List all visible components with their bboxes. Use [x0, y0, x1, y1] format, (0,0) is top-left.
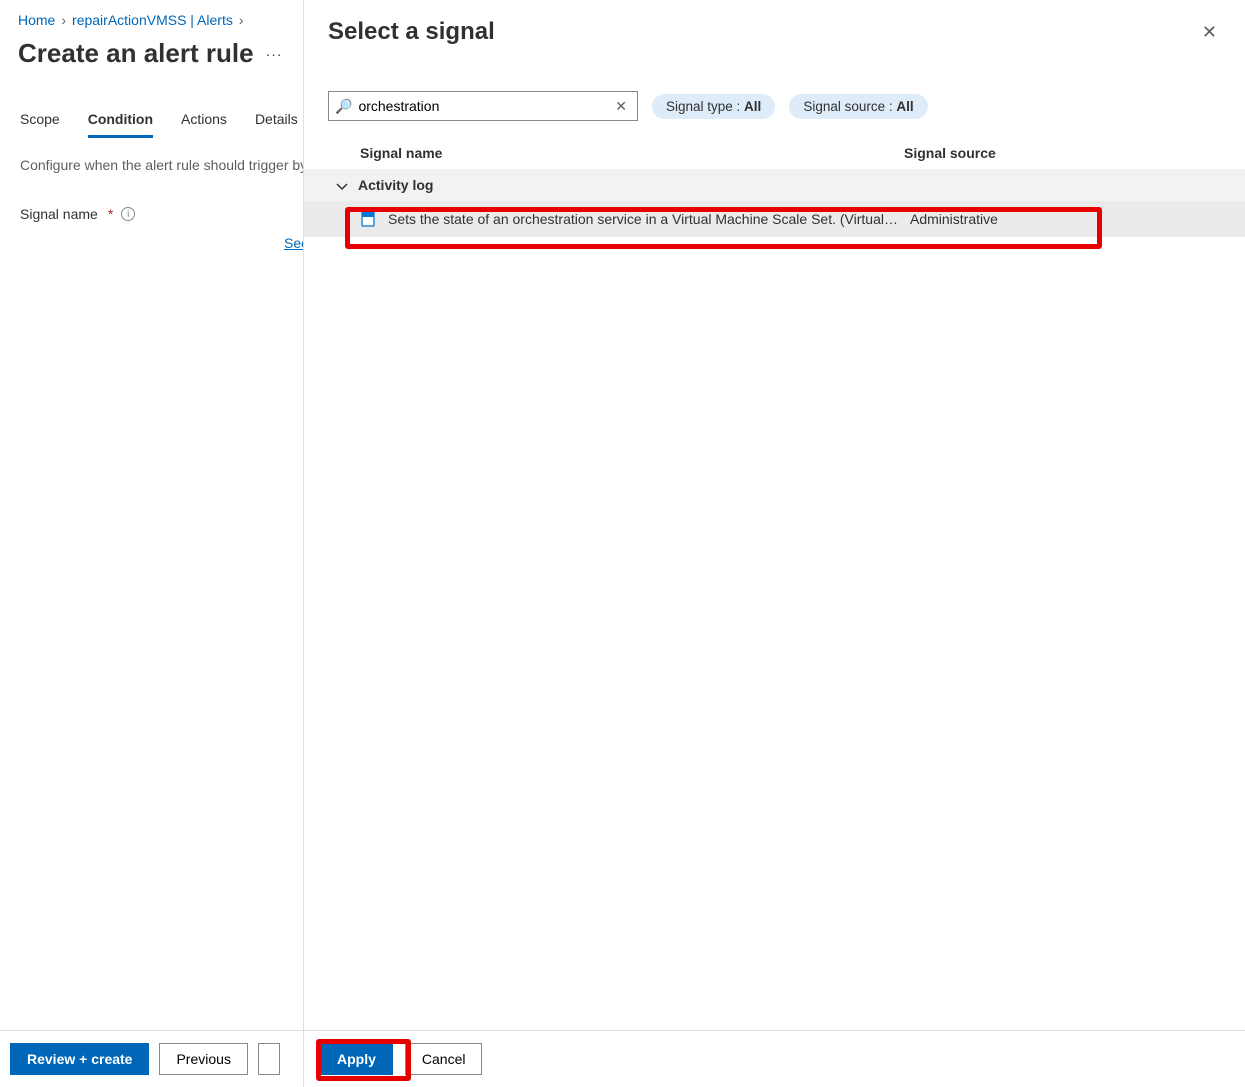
- column-headers: Signal name Signal source: [304, 131, 1245, 169]
- chevron-down-icon: [336, 179, 348, 191]
- clear-search-icon[interactable]: ✕: [611, 98, 631, 115]
- panel-title: Select a signal: [328, 18, 495, 46]
- next-button-truncated[interactable]: N: [258, 1043, 280, 1075]
- tab-details[interactable]: Details: [255, 111, 298, 138]
- filter-signal-source[interactable]: Signal source : All: [789, 94, 927, 119]
- filter-signal-type-value: All: [744, 99, 761, 114]
- info-icon[interactable]: i: [121, 207, 135, 221]
- tab-condition[interactable]: Condition: [88, 111, 153, 138]
- tab-scope[interactable]: Scope: [20, 111, 60, 138]
- chevron-right-icon: ›: [239, 12, 244, 28]
- tab-actions[interactable]: Actions: [181, 111, 227, 138]
- signal-result-row[interactable]: Sets the state of an orchestration servi…: [304, 201, 1245, 237]
- signal-result-source: Administrative: [910, 211, 1221, 227]
- activity-log-icon: [360, 211, 376, 227]
- breadcrumb-home[interactable]: Home: [18, 12, 55, 28]
- close-icon[interactable]: ✕: [1198, 18, 1221, 47]
- signal-name-label: Signal name: [20, 206, 98, 222]
- group-activity-log[interactable]: Activity log: [304, 169, 1245, 201]
- select-signal-panel: Select a signal ✕ 🔍 ✕ Signal type : All …: [303, 0, 1245, 1087]
- column-signal-source[interactable]: Signal source: [904, 145, 1221, 161]
- previous-button[interactable]: Previous: [159, 1043, 247, 1075]
- page-title: Create an alert rule: [18, 38, 254, 69]
- cancel-button[interactable]: Cancel: [405, 1043, 483, 1075]
- apply-button[interactable]: Apply: [320, 1043, 393, 1075]
- signal-search-input[interactable]: [358, 98, 611, 114]
- filter-signal-source-value: All: [896, 99, 913, 114]
- filter-signal-type-label: Signal type :: [666, 99, 744, 114]
- search-icon: 🔍: [335, 98, 352, 115]
- required-marker: *: [108, 206, 113, 222]
- signal-result-name: Sets the state of an orchestration servi…: [388, 211, 898, 227]
- signal-search[interactable]: 🔍 ✕: [328, 91, 638, 121]
- review-create-button[interactable]: Review + create: [10, 1043, 149, 1075]
- column-signal-name[interactable]: Signal name: [360, 145, 904, 161]
- chevron-right-icon: ›: [61, 12, 66, 28]
- filter-signal-source-label: Signal source :: [803, 99, 896, 114]
- filter-signal-type[interactable]: Signal type : All: [652, 94, 775, 119]
- group-label: Activity log: [358, 177, 433, 193]
- more-menu-button[interactable]: ···: [266, 46, 283, 62]
- panel-footer: Apply Cancel: [304, 1030, 1245, 1087]
- breadcrumb-resource[interactable]: repairActionVMSS | Alerts: [72, 12, 233, 28]
